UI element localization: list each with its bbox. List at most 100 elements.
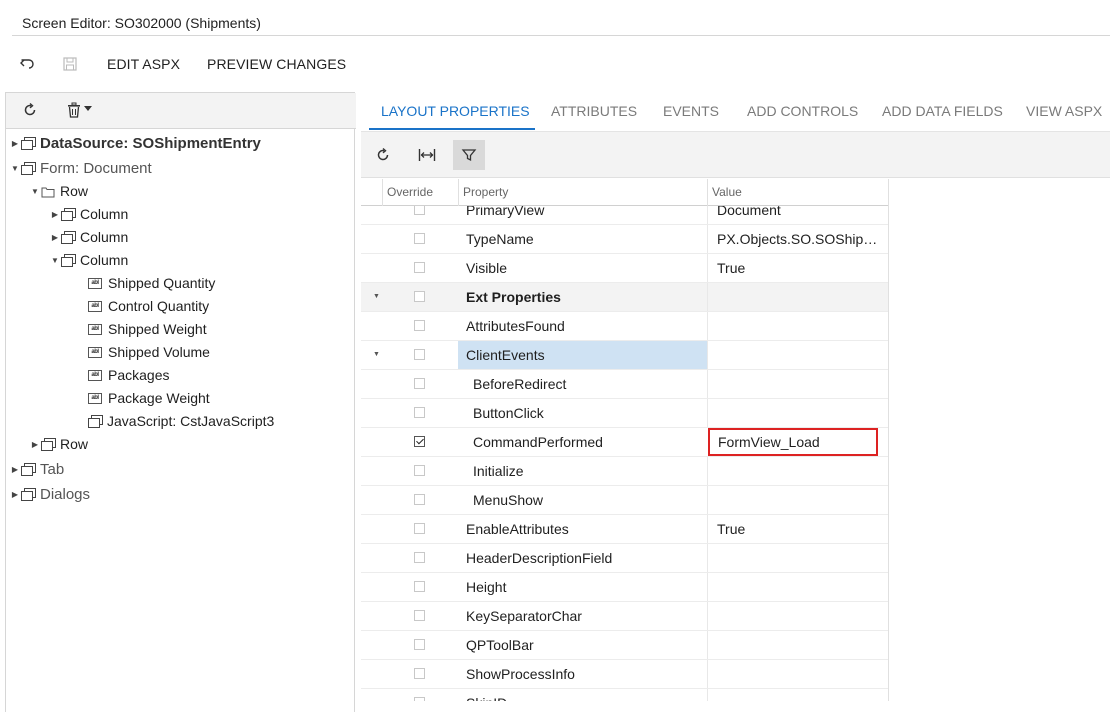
override-checkbox[interactable] <box>414 262 425 273</box>
column-header-value[interactable]: Value <box>707 179 888 206</box>
value-cell[interactable] <box>707 486 888 514</box>
tree-node-field[interactable]: abl Packages <box>88 364 169 386</box>
value-cell[interactable] <box>707 544 888 572</box>
value-cell[interactable] <box>707 283 888 311</box>
override-checkbox[interactable] <box>414 233 425 244</box>
table-row[interactable]: QPToolBar <box>361 631 888 660</box>
override-checkbox[interactable] <box>414 349 425 360</box>
property-cell[interactable]: Height <box>458 573 707 601</box>
value-cell[interactable]: True <box>707 515 888 543</box>
property-cell[interactable]: ClientEvents <box>458 341 707 369</box>
tree-node-field[interactable]: abl Shipped Volume <box>88 341 210 363</box>
tree-node-column[interactable]: ▼ Column <box>49 249 128 271</box>
tab-events[interactable]: EVENTS <box>663 103 719 119</box>
table-row[interactable]: MenuShow <box>361 486 888 515</box>
tree-node-tab[interactable]: ▶ Tab <box>9 458 64 480</box>
override-checkbox[interactable] <box>414 697 425 701</box>
collapse-arrow-icon[interactable]: ▼ <box>373 293 380 300</box>
override-checkbox[interactable] <box>414 523 425 534</box>
property-cell[interactable]: AttributesFound <box>458 312 707 340</box>
undo-icon[interactable] <box>17 54 37 74</box>
tree-node-field[interactable]: abl Shipped Quantity <box>88 272 215 294</box>
table-row[interactable]: ▼ Ext Properties <box>361 283 888 312</box>
value-cell[interactable] <box>707 573 888 601</box>
property-cell[interactable]: Initialize <box>458 457 707 485</box>
property-cell[interactable]: KeySeparatorChar <box>458 602 707 630</box>
property-cell[interactable]: EnableAttributes <box>458 515 707 543</box>
tab-add-data-fields[interactable]: ADD DATA FIELDS <box>882 103 1003 119</box>
value-cell[interactable] <box>707 370 888 398</box>
expand-arrow-icon[interactable]: ▶ <box>9 490 21 499</box>
property-cell[interactable]: CommandPerformed <box>458 428 707 456</box>
value-cell[interactable] <box>707 602 888 630</box>
tree-node-field[interactable]: abl Control Quantity <box>88 295 209 317</box>
expand-arrow-icon[interactable]: ▶ <box>9 139 21 148</box>
refresh-icon[interactable] <box>20 100 40 120</box>
collapse-arrow-icon[interactable]: ▼ <box>29 187 41 196</box>
override-checkbox[interactable] <box>414 581 425 592</box>
value-cell[interactable] <box>707 399 888 427</box>
property-cell[interactable]: TypeName <box>458 225 707 253</box>
table-row[interactable]: HeaderDescriptionField <box>361 544 888 573</box>
property-cell[interactable]: MenuShow <box>458 486 707 514</box>
expand-arrow-icon[interactable]: ▶ <box>29 440 41 449</box>
property-cell[interactable]: SkinID <box>458 689 707 701</box>
expand-arrow-icon[interactable]: ▶ <box>49 233 61 242</box>
override-checkbox[interactable] <box>414 639 425 650</box>
override-checkbox[interactable] <box>414 552 425 563</box>
override-checkbox[interactable] <box>414 465 425 476</box>
table-row[interactable]: ButtonClick <box>361 399 888 428</box>
edit-aspx-button[interactable]: EDIT ASPX <box>107 56 180 72</box>
table-row[interactable]: ShowProcessInfo <box>361 660 888 689</box>
table-row[interactable]: ▼ ClientEvents <box>361 341 888 370</box>
save-icon[interactable] <box>60 54 80 74</box>
property-cell[interactable]: ShowProcessInfo <box>458 660 707 688</box>
tree-node-javascript[interactable]: JavaScript: CstJavaScript3 <box>88 410 274 432</box>
collapse-arrow-icon[interactable]: ▼ <box>9 164 21 173</box>
tree-node-row[interactable]: ▶ Row <box>29 433 88 455</box>
value-cell[interactable] <box>707 312 888 340</box>
expand-arrow-icon[interactable]: ▶ <box>49 210 61 219</box>
tree-node-form-document[interactable]: ▼ Form: Document <box>9 157 152 179</box>
collapse-arrow-icon[interactable]: ▼ <box>373 351 380 358</box>
override-checkbox[interactable] <box>414 610 425 621</box>
value-cell[interactable]: PX.Objects.SO.SOShipm… <box>707 225 888 253</box>
table-row[interactable]: EnableAttributes True <box>361 515 888 544</box>
tab-view-aspx[interactable]: VIEW ASPX <box>1026 103 1102 119</box>
value-cell[interactable]: True <box>707 254 888 282</box>
tab-layout-properties[interactable]: LAYOUT PROPERTIES <box>381 103 530 119</box>
value-cell[interactable] <box>707 689 888 701</box>
value-cell[interactable] <box>707 631 888 659</box>
table-row[interactable]: Height <box>361 573 888 602</box>
value-cell[interactable] <box>707 457 888 485</box>
tab-add-controls[interactable]: ADD CONTROLS <box>747 103 858 119</box>
override-checkbox[interactable] <box>414 378 425 389</box>
override-checkbox[interactable] <box>414 291 425 302</box>
tree-node-datasource[interactable]: ▶ DataSource: SOShipmentEntry <box>9 132 261 154</box>
table-row[interactable]: CommandPerformed FormView_Load <box>361 428 888 457</box>
value-cell[interactable] <box>707 660 888 688</box>
expand-arrow-icon[interactable]: ▶ <box>9 465 21 474</box>
property-cell[interactable]: ButtonClick <box>458 399 707 427</box>
value-cell[interactable]: FormView_Load <box>708 428 878 456</box>
property-cell[interactable]: Visible <box>458 254 707 282</box>
override-checkbox[interactable] <box>414 436 425 447</box>
table-row[interactable]: BeforeRedirect <box>361 370 888 399</box>
filter-icon[interactable] <box>453 140 485 170</box>
column-header-property[interactable]: Property <box>458 179 707 206</box>
trash-icon[interactable] <box>64 100 84 120</box>
table-row[interactable]: SkinID <box>361 689 888 701</box>
table-row[interactable]: Visible True <box>361 254 888 283</box>
tab-attributes[interactable]: ATTRIBUTES <box>551 103 637 119</box>
column-header-override[interactable]: Override <box>382 179 458 206</box>
tree-node-dialogs[interactable]: ▶ Dialogs <box>9 483 90 505</box>
table-row[interactable]: AttributesFound <box>361 312 888 341</box>
property-cell[interactable]: HeaderDescriptionField <box>458 544 707 572</box>
override-checkbox[interactable] <box>414 320 425 331</box>
tree-node-column[interactable]: ▶ Column <box>49 226 128 248</box>
fit-columns-icon[interactable] <box>411 140 443 170</box>
tree-node-field[interactable]: abl Package Weight <box>88 387 210 409</box>
tree-node-column[interactable]: ▶ Column <box>49 203 128 225</box>
override-checkbox[interactable] <box>414 494 425 505</box>
table-row[interactable]: Initialize <box>361 457 888 486</box>
